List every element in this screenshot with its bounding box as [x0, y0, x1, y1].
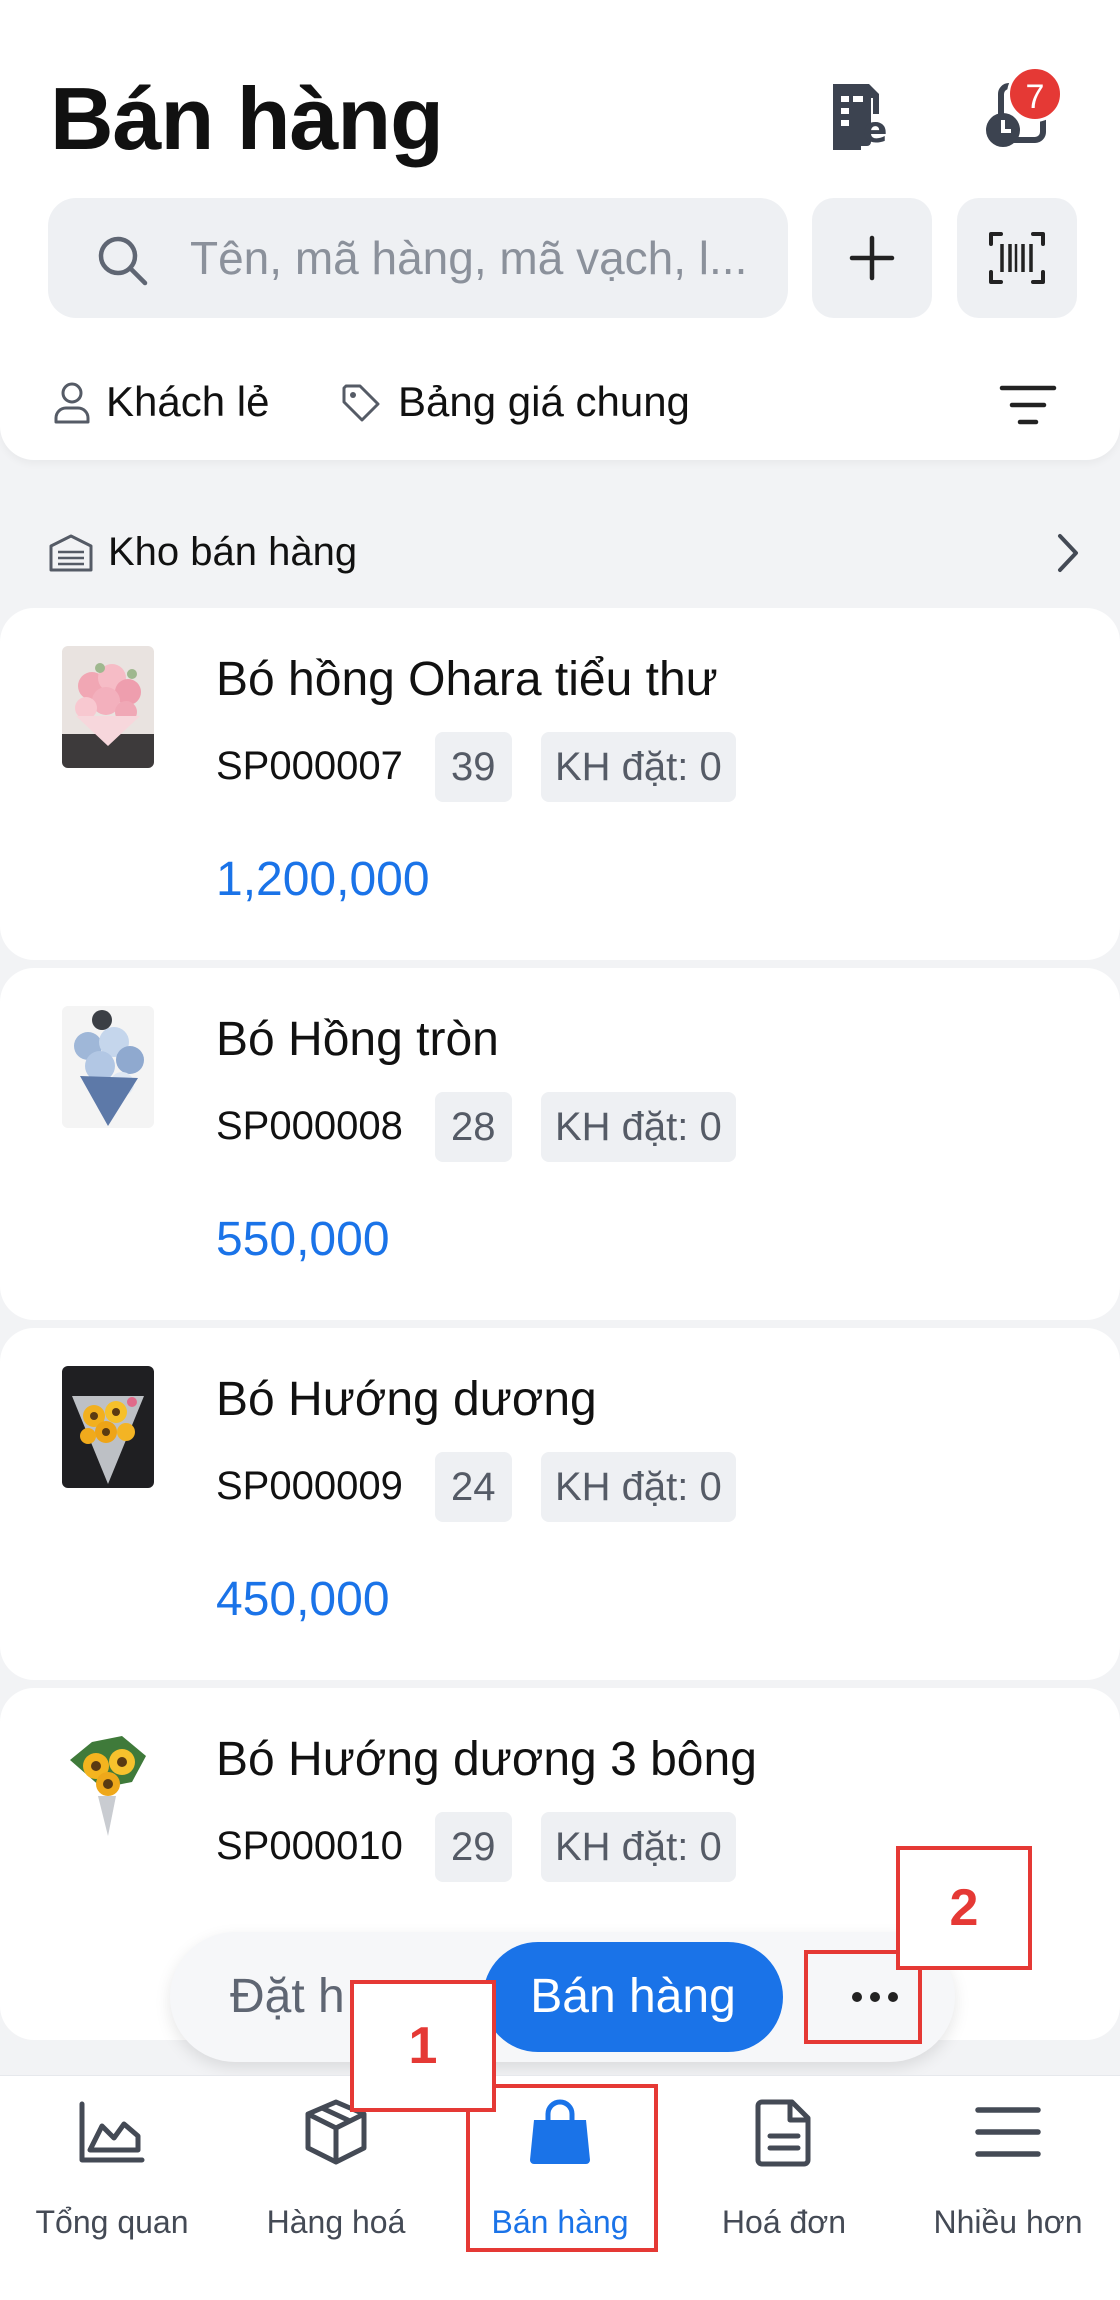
nav-label: Nhiều hơn: [933, 2204, 1083, 2240]
notification-badge: 7: [1007, 66, 1063, 122]
price-book-label: Bảng giá chung: [398, 378, 690, 425]
search-bar[interactable]: Tên, mã hàng, mã vạch, l...: [48, 198, 788, 318]
customer-ordered-badge: KH đặt: 0: [541, 1452, 736, 1522]
product-code: SP000007: [216, 744, 403, 788]
warehouse-label: Kho bán hàng: [108, 529, 358, 574]
search-icon: [98, 236, 148, 286]
annotation-number: 1: [408, 2017, 438, 2075]
stock-badge: 29: [435, 1812, 512, 1882]
person-icon: [54, 382, 90, 424]
annotation-label-1: 1: [350, 1980, 496, 2112]
warehouse-icon: [49, 534, 93, 572]
product-thumbnail: [62, 1726, 154, 1848]
product-price: 550,000: [216, 1213, 390, 1266]
nav-item-overview[interactable]: Tổng quan: [0, 2076, 224, 2300]
product-item[interactable]: Bó hồng Ohara tiểu thư SP000007 39 KH đặ…: [0, 608, 1120, 960]
product-thumbnail: [62, 1006, 154, 1128]
order-button[interactable]: Đặt h: [230, 1932, 345, 2062]
e-invoice-icon[interactable]: e: [825, 80, 895, 150]
product-item[interactable]: Bó Hồng tròn SP000008 28 KH đặt: 0 550,0…: [0, 968, 1120, 1320]
customer-ordered-badge: KH đặt: 0: [541, 1092, 736, 1162]
product-name: Bó Hướng dương 3 bông: [216, 1733, 757, 1786]
nav-label: Tổng quan: [35, 2204, 189, 2240]
annotation-number: 2: [949, 1879, 979, 1937]
product-code: SP000008: [216, 1104, 403, 1148]
product-code: SP000009: [216, 1464, 403, 1508]
customer-selector[interactable]: Khách lẻ: [52, 372, 269, 432]
svg-text:e: e: [863, 110, 887, 150]
customer-ordered-badge: KH đặt: 0: [541, 1812, 736, 1882]
tag-icon: [342, 384, 380, 422]
menu-icon: [975, 2107, 1041, 2157]
product-thumbnail: [62, 646, 154, 768]
nav-item-more[interactable]: Nhiều hơn: [896, 2076, 1120, 2300]
chevron-right-icon: [1058, 534, 1078, 572]
barcode-scan-button[interactable]: [957, 198, 1077, 318]
product-price: 450,000: [216, 1573, 390, 1626]
product-item[interactable]: Bó Hướng dương SP000009 24 KH đặt: 0 450…: [0, 1328, 1120, 1680]
product-thumbnail: [62, 1366, 154, 1488]
search-input[interactable]: Tên, mã hàng, mã vạch, l...: [190, 198, 780, 318]
customer-label: Khách lẻ: [106, 378, 270, 425]
page-title: Bán hàng: [50, 69, 444, 168]
nav-label: Hoá đơn: [721, 2204, 847, 2240]
nav-item-invoices[interactable]: Hoá đơn: [672, 2076, 896, 2300]
sell-button[interactable]: Bán hàng: [483, 1942, 783, 2052]
customer-ordered-badge: KH đặt: 0: [541, 732, 736, 802]
warehouse-selector[interactable]: Kho bán hàng: [48, 522, 1088, 582]
product-name: Bó hồng Ohara tiểu thư: [216, 653, 718, 706]
product-code: SP000010: [216, 1824, 403, 1868]
product-name: Bó Hồng tròn: [216, 1013, 499, 1066]
document-icon: [755, 2099, 811, 2167]
plus-icon: [849, 235, 895, 281]
stock-badge: 24: [435, 1452, 512, 1522]
header: Bán hàng e 7 Tên, mã hàng, mã vạch, l...: [0, 0, 1120, 460]
product-price: 1,200,000: [216, 853, 430, 906]
filter-icon[interactable]: [998, 380, 1058, 430]
stock-badge: 28: [435, 1092, 512, 1162]
nav-label: Hàng hoá: [266, 2204, 406, 2240]
barcode-scan-icon: [989, 232, 1045, 284]
stock-badge: 39: [435, 732, 512, 802]
price-book-selector[interactable]: Bảng giá chung: [340, 372, 690, 432]
add-product-button[interactable]: [812, 198, 932, 318]
annotation-label-2: 2: [896, 1846, 1032, 1970]
product-name: Bó Hướng dương: [216, 1373, 597, 1426]
chart-icon: [79, 2101, 145, 2163]
